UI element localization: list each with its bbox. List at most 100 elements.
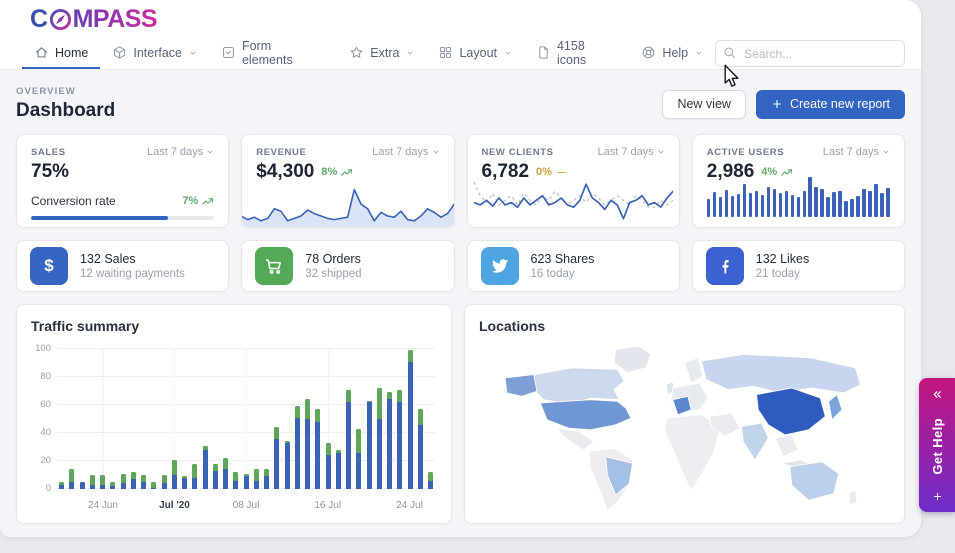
new-view-button[interactable]: New view (662, 90, 746, 119)
mini-card-subtitle: 12 waiting payments (80, 268, 185, 280)
chevron-down-icon (882, 148, 890, 156)
nav-label: Layout (459, 46, 497, 60)
star-icon (349, 45, 364, 60)
page-title: Dashboard (16, 100, 115, 122)
mini-card-title: 623 Shares (531, 252, 595, 266)
stage: C MPASS Home Interface (0, 0, 955, 553)
shopping-cart-icon (255, 247, 293, 285)
conversion-progress-fill (31, 216, 168, 220)
delta-badge: 7% (182, 195, 214, 208)
compass-logo[interactable]: C MPASS (30, 5, 157, 34)
plus-icon (932, 491, 943, 502)
app-window: C MPASS Home Interface (0, 0, 921, 537)
nav-item-home[interactable]: Home (22, 38, 100, 69)
traffic-bars (59, 349, 433, 489)
nav-label: 4158 icons (557, 39, 617, 67)
bottom-row: Traffic summary 02040608010024 JunJul '2… (16, 304, 905, 524)
search-input[interactable] (715, 40, 905, 67)
search-box (715, 40, 905, 67)
home-icon (34, 45, 49, 60)
orders-mini-card[interactable]: 78 Orders 32 shipped (241, 240, 454, 292)
mini-cards-row: $ 132 Sales 12 waiting payments 78 Order… (16, 240, 905, 292)
package-icon (112, 45, 127, 60)
traffic-chart-plot: 02040608010024 JunJul '2008 Jul16 Jul24 … (57, 349, 435, 489)
shares-mini-card[interactable]: 623 Shares 16 today (467, 240, 680, 292)
sales-card: SALES Last 7 days 75% Conversion rate 7% (16, 134, 229, 228)
logo-letters-rest: MPASS (73, 5, 158, 34)
nav-item-icons[interactable]: 4158 icons (524, 38, 629, 69)
currency-dollar-icon: $ (30, 247, 68, 285)
chevron-down-icon (406, 49, 414, 57)
trending-up-icon (340, 166, 353, 179)
card-label: SALES (31, 147, 66, 158)
layout-grid-icon (438, 45, 453, 60)
revenue-sparkline (241, 180, 454, 228)
world-map (473, 341, 896, 517)
chevron-down-icon (432, 148, 440, 156)
sales-mini-card[interactable]: $ 132 Sales 12 waiting payments (16, 240, 229, 292)
range-dropdown[interactable]: Last 7 days (372, 146, 439, 158)
card-label: NEW CLIENTS (482, 147, 554, 158)
new-clients-card: NEW CLIENTS Last 7 days 6,782 0% (467, 134, 680, 228)
range-dropdown[interactable]: Last 7 days (597, 146, 664, 158)
range-dropdown[interactable]: Last 7 days (147, 146, 214, 158)
stats-row: SALES Last 7 days 75% Conversion rate 7%… (16, 134, 905, 228)
file-icon (536, 45, 551, 60)
card-label: REVENUE (256, 147, 306, 158)
mini-card-title: 132 Sales (80, 252, 185, 266)
nav-label: Interface (133, 46, 182, 60)
page-eyebrow: OVERVIEW (16, 86, 115, 97)
active-users-bars (707, 177, 890, 217)
chevron-down-icon (504, 49, 512, 57)
nav-item-extra[interactable]: Extra (337, 38, 426, 69)
mini-card-title: 132 Likes (756, 252, 810, 266)
lifebuoy-icon (641, 45, 656, 60)
likes-mini-card[interactable]: 132 Likes 21 today (692, 240, 905, 292)
trending-up-icon (201, 195, 214, 208)
nav-label: Extra (370, 46, 399, 60)
nav-label: Form elements (242, 39, 325, 67)
mini-card-subtitle: 32 shipped (305, 268, 361, 280)
navbar: Home Interface Form elements Extra Layou… (0, 38, 921, 70)
locations-card: Locations (464, 304, 905, 524)
range-dropdown[interactable]: Last 7 days (823, 146, 890, 158)
nav-item-form-elements[interactable]: Form elements (209, 38, 337, 69)
active-users-card: ACTIVE USERS Last 7 days 2,986 4% (692, 134, 905, 228)
delta-badge: 8% (321, 166, 353, 179)
checkbox-icon (221, 45, 236, 60)
nav-label: Help (662, 46, 688, 60)
card-label: ACTIVE USERS (707, 147, 784, 158)
card-value: 75% (31, 161, 69, 183)
logo-bar: C MPASS (0, 0, 921, 38)
traffic-summary-title: Traffic summary (31, 318, 437, 334)
nav-label: Home (55, 46, 88, 60)
nav-item-layout[interactable]: Layout (426, 38, 524, 69)
chevron-down-icon (206, 148, 214, 156)
chevron-down-icon (695, 49, 703, 57)
facebook-icon (706, 247, 744, 285)
compass-icon (49, 8, 72, 31)
mouse-cursor (722, 64, 741, 88)
new-view-label: New view (677, 97, 731, 111)
mini-card-subtitle: 16 today (531, 268, 595, 280)
mini-card-subtitle: 21 today (756, 268, 810, 280)
revenue-card: REVENUE Last 7 days $4,300 8% (241, 134, 454, 228)
conversion-rate-label: Conversion rate (31, 194, 116, 208)
nav-item-interface[interactable]: Interface (100, 38, 209, 69)
logo-letter-c: C (30, 5, 48, 34)
create-report-button[interactable]: Create new report (756, 90, 905, 119)
mini-card-title: 78 Orders (305, 252, 361, 266)
page-content: OVERVIEW Dashboard New view Create new r… (0, 70, 921, 524)
new-clients-sparkline (474, 175, 673, 221)
get-help-label: Get Help (930, 418, 945, 475)
chevron-down-icon (657, 148, 665, 156)
conversion-progress (31, 216, 214, 220)
plus-icon (771, 98, 783, 110)
search-icon (723, 46, 737, 60)
nav-item-help[interactable]: Help (629, 38, 715, 69)
locations-title: Locations (479, 318, 890, 334)
chevron-down-icon (189, 49, 197, 57)
chevrons-left-icon (931, 388, 944, 401)
page-header: OVERVIEW Dashboard New view Create new r… (16, 86, 905, 122)
get-help-button[interactable]: Get Help (919, 378, 955, 512)
